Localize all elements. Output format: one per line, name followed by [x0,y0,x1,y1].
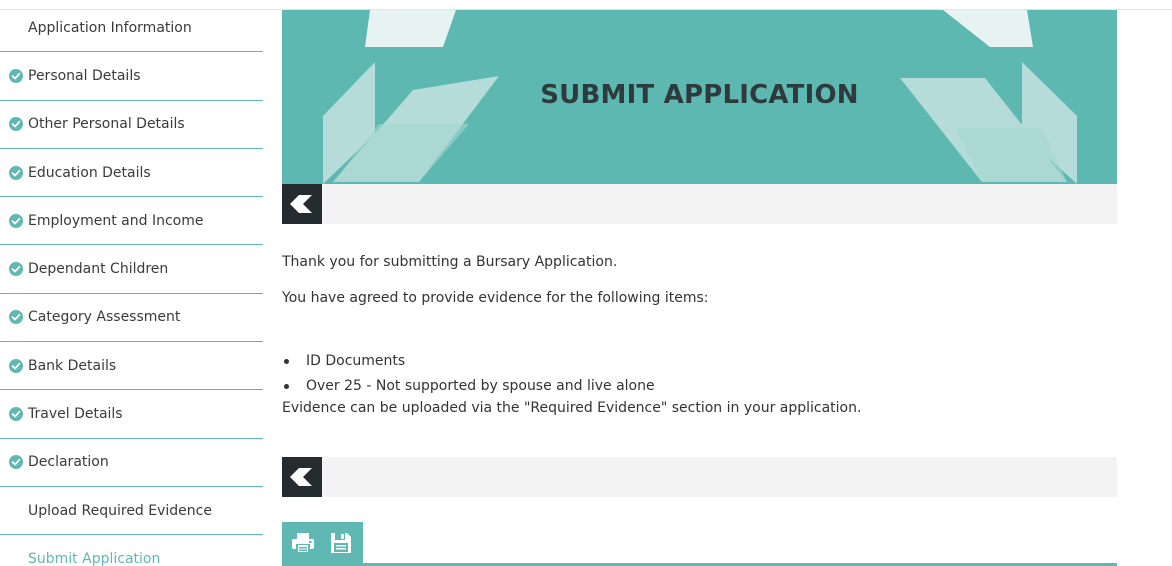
sidebar-item-label: Dependant Children [28,261,169,278]
action-toolbar [282,522,1117,566]
sidebar-item-label: Other Personal Details [28,116,185,133]
sidebar-item-travel-details[interactable]: Travel Details [0,390,263,439]
chevron-left-icon [290,195,312,213]
sidebar-item-bank-details[interactable]: Bank Details [0,342,263,391]
check-circle-icon [9,407,23,422]
thank-you-text: Thank you for submitting a Bursary Appli… [282,254,618,270]
check-circle-icon [9,165,23,180]
list-item: Over 25 - Not supported by spouse and li… [282,374,655,399]
sidebar-item-education-details[interactable]: Education Details [0,149,263,198]
sidebar-item-label: Submit Application [28,551,161,566]
check-circle-icon [9,455,23,470]
sidebar-item-upload-required-evidence[interactable]: Upload Required Evidence [0,487,263,536]
sidebar-item-declaration[interactable]: Declaration [0,439,263,487]
save-icon [331,533,351,553]
print-icon [292,533,314,553]
sidebar-item-submit-application[interactable]: Submit Application [0,535,263,566]
check-circle-icon [9,213,23,228]
back-bar-top [282,184,1117,224]
sidebar-item-dependant-children[interactable]: Dependant Children [0,245,263,294]
bullet-icon [284,359,289,364]
sidebar-nav: Application Information Personal Details… [0,4,263,566]
upload-note-text: Evidence can be uploaded via the "Requir… [282,400,862,416]
sidebar-item-label: Education Details [28,164,151,181]
chevron-left-icon [290,468,312,486]
page-title: SUBMIT APPLICATION [540,80,859,110]
sidebar-item-label: Employment and Income [28,212,204,229]
sidebar-item-category-assessment[interactable]: Category Assessment [0,294,263,343]
check-circle-icon [9,358,23,373]
sidebar-item-employment-and-income[interactable]: Employment and Income [0,197,263,246]
evidence-item-label: ID Documents [306,353,406,369]
list-item: ID Documents [282,349,655,374]
toolbar-buttons [282,522,363,563]
check-circle-icon [9,310,23,325]
check-circle-icon [9,117,23,132]
sidebar-item-label: Upload Required Evidence [28,502,212,519]
check-circle-icon [9,68,23,83]
print-button[interactable] [291,531,315,555]
evidence-item-label: Over 25 - Not supported by spouse and li… [306,378,655,394]
bullet-icon [284,384,289,389]
sidebar-item-label: Personal Details [28,67,141,84]
back-bar-bottom [282,457,1117,497]
page-banner: SUBMIT APPLICATION [282,10,1117,184]
sidebar-item-application-information[interactable]: Application Information [0,4,263,53]
sidebar-item-personal-details[interactable]: Personal Details [0,52,263,101]
evidence-list: ID Documents Over 25 - Not supported by … [282,349,655,399]
check-circle-icon [9,262,23,277]
sidebar-item-label: Bank Details [28,357,117,374]
sidebar-item-label: Travel Details [28,406,123,423]
back-button[interactable] [282,457,322,497]
sidebar-item-other-personal-details[interactable]: Other Personal Details [0,101,263,149]
sidebar-item-label: Application Information [28,19,192,36]
save-button[interactable] [329,531,353,555]
evidence-intro-text: You have agreed to provide evidence for … [282,290,709,306]
back-button[interactable] [282,184,322,224]
sidebar-item-label: Category Assessment [28,309,181,326]
sidebar-item-label: Declaration [28,454,109,471]
